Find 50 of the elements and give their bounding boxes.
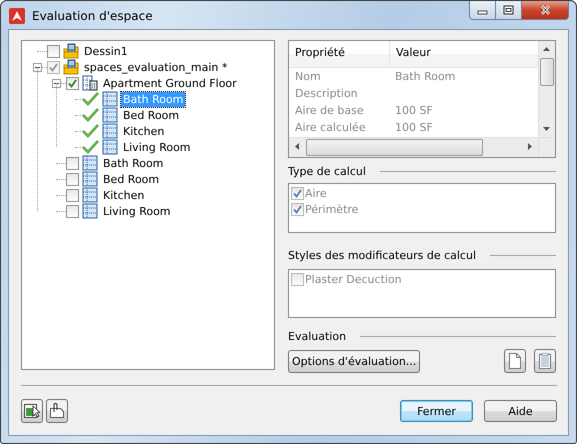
property-name: Aire calculée: [294, 121, 367, 134]
options-button[interactable]: Options d'évaluation...: [288, 350, 420, 372]
window-title: Evaluation d'espace: [32, 8, 153, 22]
column-header[interactable]: Propriété: [289, 41, 389, 67]
space-icon: [102, 139, 118, 155]
scroll-right-icon[interactable]: [528, 143, 532, 150]
scroll-left-icon[interactable]: [295, 143, 299, 150]
tree-item[interactable]: Dessin1: [82, 44, 130, 58]
section-title: Styles des modificateurs de calcul: [288, 248, 476, 262]
notepad-icon: [539, 353, 551, 369]
space-icon: [102, 123, 118, 139]
space-icon: [82, 203, 98, 219]
dialog-button[interactable]: Aide: [484, 400, 557, 422]
attach-button[interactable]: [46, 399, 68, 423]
property-name: Nom: [294, 70, 322, 83]
scrollbar-thumb[interactable]: [540, 58, 554, 86]
property-grid[interactable]: Propriété Valeur Nom Bath Room Description Aire de base 100 SF Aire calculée 100 SF: [288, 40, 556, 158]
scroll-down-icon[interactable]: [543, 127, 550, 131]
paperclip-page-icon: [49, 403, 65, 419]
scroll-up-icon[interactable]: [543, 47, 550, 51]
document-icon: [509, 353, 521, 369]
maximize-button[interactable]: [496, 1, 522, 20]
maximize-icon: [503, 5, 514, 15]
checkbox[interactable]: [47, 44, 60, 58]
scrollbar-thumb[interactable]: [306, 139, 483, 156]
vertical-scrollbar[interactable]: [538, 41, 555, 137]
space-icon: [82, 171, 98, 187]
property-name: Description: [294, 87, 359, 100]
space-icon: [102, 107, 118, 123]
space-icon: [82, 187, 98, 203]
app-logo-icon: [9, 8, 25, 24]
dialog-button[interactable]: Fermer: [400, 400, 473, 422]
property-value: 100 SF: [394, 121, 434, 134]
section-title: Evaluation: [288, 330, 346, 342]
close-button[interactable]: [522, 1, 569, 20]
space-icon: [102, 91, 118, 107]
select-in-drawing-button[interactable]: [21, 399, 43, 423]
horizontal-scrollbar[interactable]: [289, 137, 538, 157]
scrollbar-corner: [538, 137, 555, 157]
close-icon: [540, 5, 550, 15]
section-title: Type de calcul: [288, 164, 366, 178]
property-name: Aire de base: [294, 104, 365, 117]
space-icon: [82, 155, 98, 171]
property-value: Bath Room: [394, 70, 456, 83]
zone-icon: [82, 75, 98, 91]
report-button[interactable]: [534, 349, 556, 373]
new-document-button[interactable]: [504, 349, 526, 373]
window-cursor-icon: [24, 403, 40, 419]
property-value: 100 SF: [394, 104, 434, 117]
minimize-button[interactable]: [469, 1, 496, 20]
